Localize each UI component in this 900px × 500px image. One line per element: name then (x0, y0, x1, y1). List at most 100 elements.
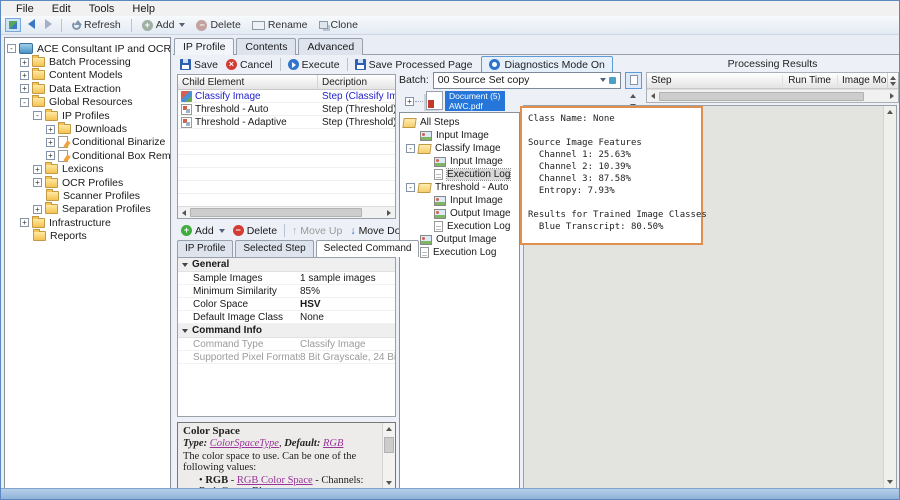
expander-icon[interactable]: + (20, 84, 29, 93)
expander-icon[interactable]: + (405, 97, 414, 106)
save-processed-page-button[interactable]: Save Processed Page (351, 58, 477, 72)
header-scroller[interactable] (887, 73, 898, 89)
help-vertical-scrollbar[interactable] (382, 423, 395, 489)
property-row-minimum-similarity[interactable]: Minimum Similarity85% (178, 285, 395, 298)
expander-icon[interactable]: + (33, 165, 42, 174)
step-item-threshold-execution-log[interactable]: Execution Log (400, 220, 519, 233)
column-header-description[interactable]: Decription (318, 75, 395, 89)
menu-tools[interactable]: Tools (80, 2, 124, 16)
tree-item-separation-profiles[interactable]: +Separation Profiles (5, 203, 170, 216)
table-row-threshold-auto[interactable]: Threshold - Auto Step (Threshold) (178, 103, 395, 116)
section-command-info[interactable]: Command Info (178, 324, 395, 338)
section-general[interactable]: General (178, 258, 395, 272)
menu-help[interactable]: Help (123, 2, 164, 16)
add-element-button[interactable]: +Add (177, 224, 229, 238)
tree-item-downloads[interactable]: +Downloads (5, 122, 170, 135)
move-up-button[interactable]: ↑Move Up (288, 224, 346, 238)
property-row-default-image-class[interactable]: Default Image ClassNone (178, 311, 395, 324)
property-row-supported-pixel-formats[interactable]: Supported Pixel Formats8 Bit Grayscale, … (178, 351, 395, 364)
rename-button[interactable]: Rename (248, 18, 312, 32)
scroll-right-icon[interactable] (383, 207, 395, 218)
step-item-threshold-input-image[interactable]: Input Image (400, 194, 519, 207)
default-link[interactable]: RGB (323, 438, 343, 449)
tree-item-data-extraction[interactable]: +Data Extraction (5, 82, 170, 95)
scroll-up-icon[interactable] (626, 91, 639, 101)
tree-item-root[interactable]: -ACE Consultant IP and OCR (5, 42, 170, 55)
delete-button[interactable]: − Delete (192, 18, 244, 32)
column-header-step[interactable]: Step (647, 75, 782, 86)
forward-button[interactable] (41, 19, 55, 32)
expander-icon[interactable]: + (33, 178, 42, 187)
bullet-link[interactable]: RGB Color Space (237, 475, 313, 486)
save-button[interactable]: Save (176, 58, 222, 72)
column-header-run-time[interactable]: Run Time (782, 75, 837, 86)
tab-contents[interactable]: Contents (236, 38, 296, 55)
expander-icon[interactable]: - (33, 111, 42, 120)
scrollbar-thumb[interactable] (384, 437, 394, 453)
tree-item-conditional-binarize[interactable]: +Conditional Binarize (5, 136, 170, 149)
expander-icon[interactable]: + (46, 125, 55, 134)
tree-item-lexicons[interactable]: +Lexicons (5, 163, 170, 176)
expander-icon[interactable]: + (33, 205, 42, 214)
step-item-classify-execution-log[interactable]: Execution Log (400, 168, 519, 181)
add-button[interactable]: + Add (138, 18, 190, 32)
property-row-sample-images[interactable]: Sample Images1 sample images (178, 272, 395, 285)
scroll-up-icon[interactable] (884, 106, 896, 118)
document-thumbnail[interactable] (426, 91, 443, 110)
expander-icon[interactable]: - (406, 144, 415, 153)
expander-icon[interactable]: + (20, 71, 29, 80)
scrollbar-thumb[interactable] (659, 92, 864, 101)
expander-icon[interactable]: + (20, 218, 29, 227)
step-item-input-image[interactable]: Input Image (400, 129, 519, 142)
step-item-all-steps[interactable]: All Steps (400, 116, 519, 129)
menu-file[interactable]: File (7, 2, 43, 16)
back-button[interactable] (24, 19, 38, 32)
tab-detail-ip-profile[interactable]: IP Profile (177, 240, 233, 257)
scroll-up-icon[interactable] (383, 423, 395, 435)
grid-horizontal-scrollbar[interactable] (178, 206, 395, 218)
column-header-child-element[interactable]: Child Element (178, 75, 318, 89)
column-header-image-modified[interactable]: Image Mo (837, 75, 887, 86)
tree-item-ip-profiles[interactable]: -IP Profiles (5, 109, 170, 122)
tree-item-infrastructure[interactable]: +Infrastructure (5, 216, 170, 229)
results-horizontal-scrollbar[interactable] (647, 89, 898, 102)
step-item-classify-input-image[interactable]: Input Image (400, 155, 519, 168)
tree-item-content-models[interactable]: +Content Models (5, 69, 170, 82)
execute-button[interactable]: Execute (284, 58, 344, 72)
step-item-threshold-auto[interactable]: -Threshold - Auto (400, 181, 519, 194)
scrollbar-thumb[interactable] (190, 208, 362, 217)
scroll-left-icon[interactable] (178, 207, 190, 218)
tree-item-conditional-box-removal[interactable]: +Conditional Box Removal (5, 149, 170, 162)
navigation-pane-toggle-button[interactable] (5, 18, 21, 32)
expander-icon[interactable]: + (46, 151, 55, 160)
step-item-classify-image[interactable]: -Classify Image (400, 142, 519, 155)
tree-item-global-resources[interactable]: -Global Resources (5, 96, 170, 109)
expander-icon[interactable]: + (20, 58, 29, 67)
tab-ip-profile[interactable]: IP Profile (174, 38, 234, 55)
cancel-button[interactable]: ×Cancel (222, 58, 277, 72)
expander-icon[interactable]: - (20, 98, 29, 107)
tree-item-scanner-profiles[interactable]: Scanner Profiles (5, 189, 170, 202)
clone-button[interactable]: Clone (315, 18, 362, 32)
scroll-right-icon[interactable] (886, 91, 898, 102)
tree-item-batch-processing[interactable]: +Batch Processing (5, 55, 170, 68)
type-link[interactable]: ColorSpaceType (210, 438, 279, 449)
property-row-color-space[interactable]: Color SpaceHSV (178, 298, 395, 311)
tab-advanced[interactable]: Advanced (298, 38, 363, 55)
refresh-button[interactable]: Refresh (68, 18, 125, 32)
document-item-selected[interactable]: Document (5) AWC.pdf (445, 91, 505, 111)
scroll-down-icon[interactable] (884, 476, 896, 488)
scroll-left-icon[interactable] (647, 91, 659, 102)
show-document-toggle[interactable] (625, 72, 642, 89)
delete-element-button[interactable]: −Delete (229, 224, 281, 238)
tab-selected-step[interactable]: Selected Step (235, 240, 313, 257)
expander-icon[interactable]: + (46, 138, 55, 147)
tree-item-ocr-profiles[interactable]: +OCR Profiles (5, 176, 170, 189)
batch-select[interactable]: 00 Source Set copy (433, 72, 621, 89)
menu-edit[interactable]: Edit (43, 2, 80, 16)
expander-icon[interactable]: - (7, 44, 16, 53)
tab-selected-command[interactable]: Selected Command (316, 240, 420, 257)
expander-icon[interactable]: - (406, 183, 415, 192)
viewer-vertical-scrollbar[interactable] (883, 106, 896, 488)
table-row-threshold-adaptive[interactable]: Threshold - Adaptive Step (Threshold) (178, 116, 395, 129)
